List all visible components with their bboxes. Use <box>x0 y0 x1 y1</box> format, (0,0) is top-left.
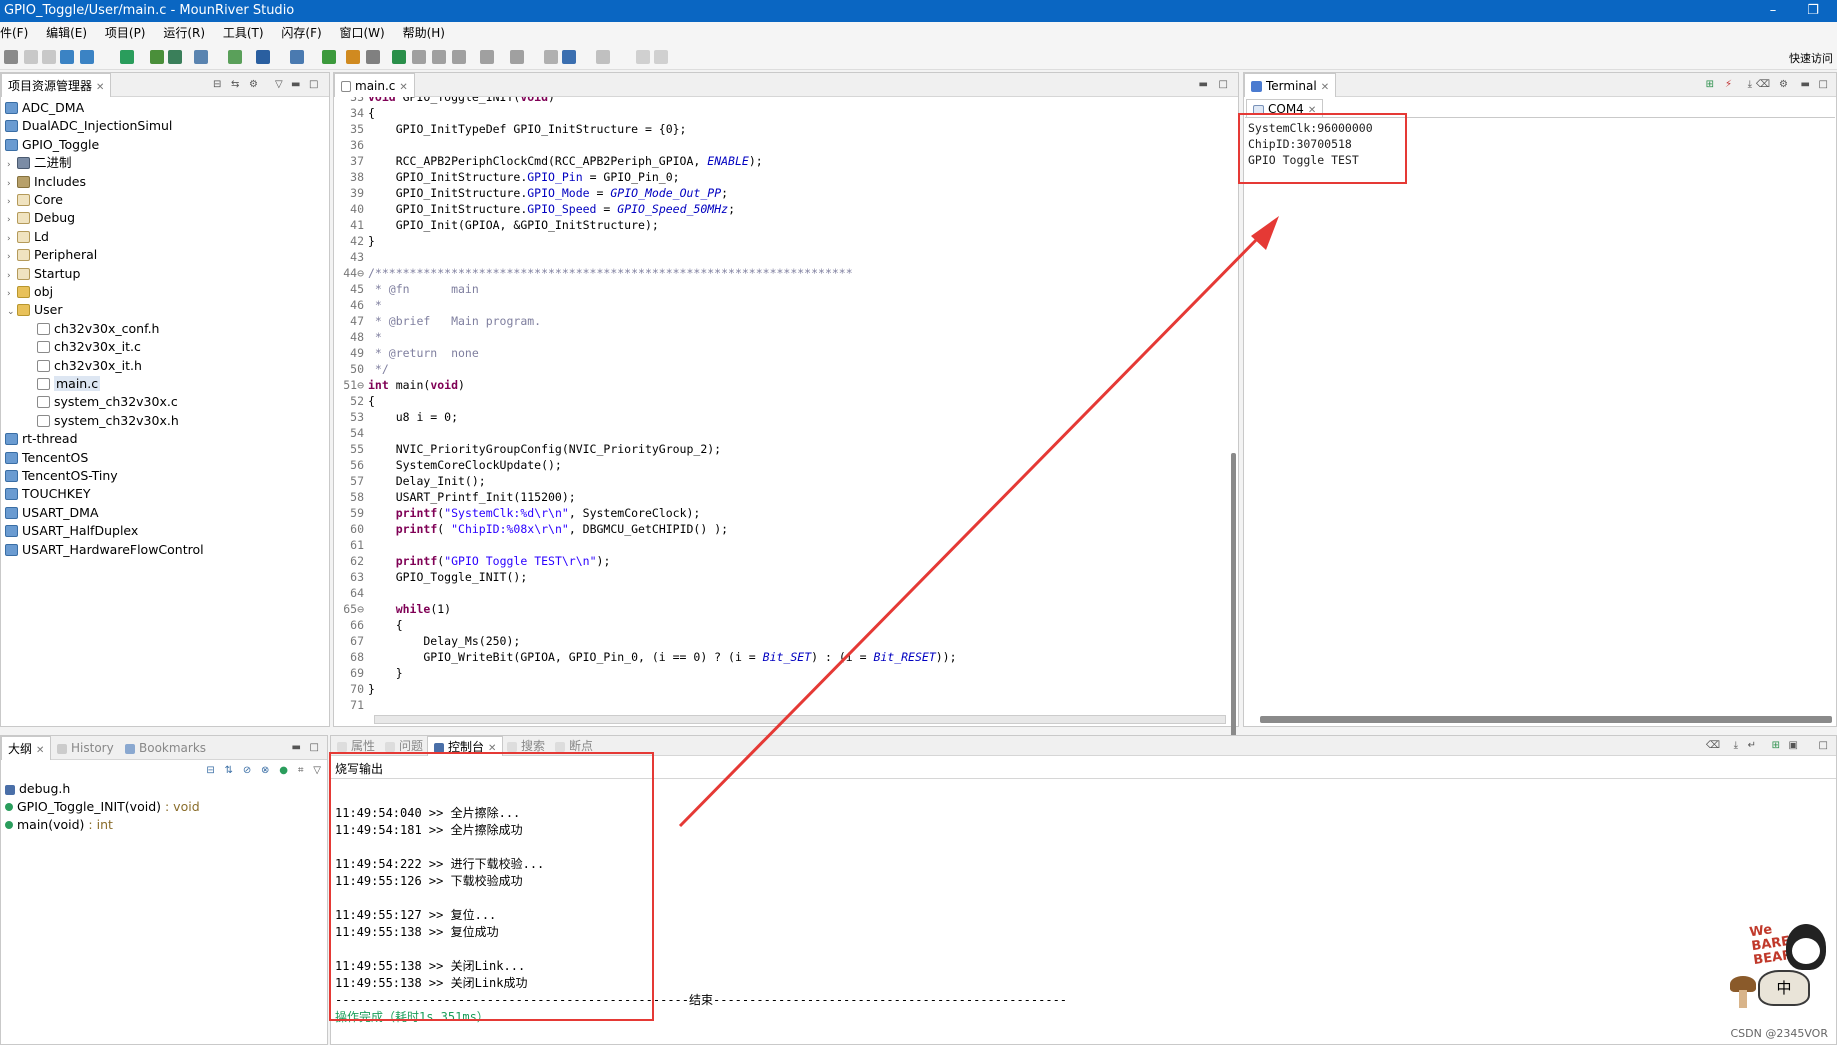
annotation-arrow <box>678 216 1279 828</box>
